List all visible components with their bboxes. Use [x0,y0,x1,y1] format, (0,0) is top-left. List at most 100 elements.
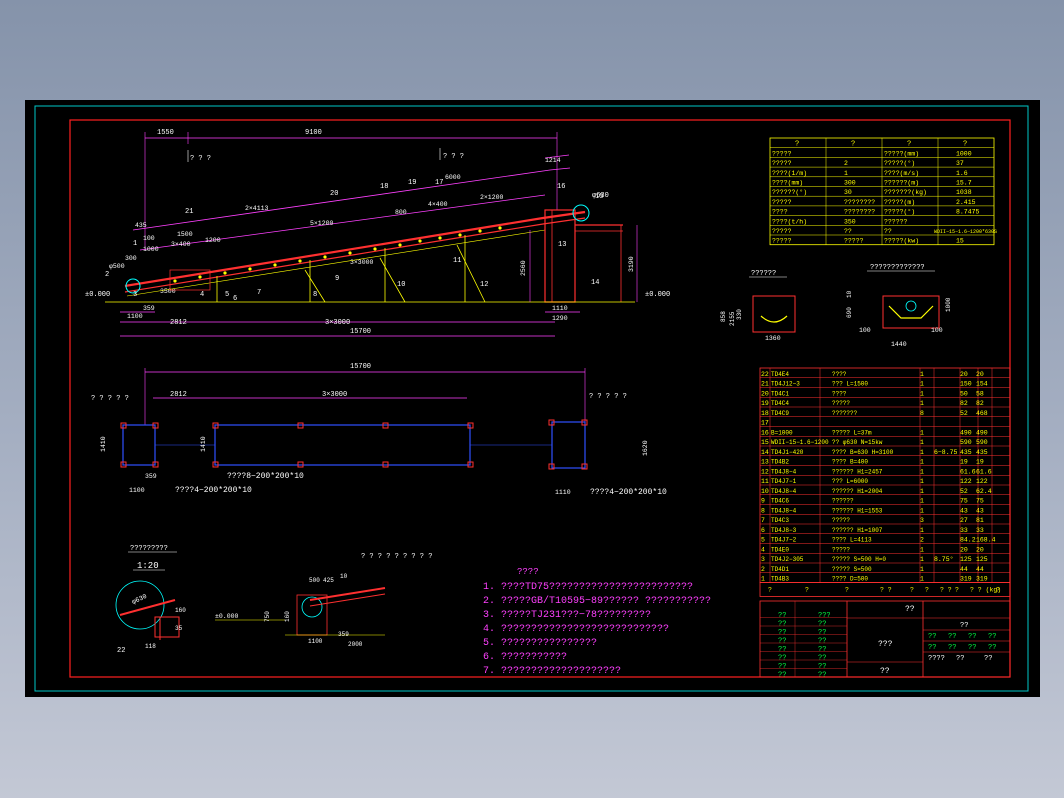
drawing-svg: 1550 9100 ? ? ? ? ? ? 1214 6000 2×1200 4… [34,105,1029,692]
plan-dim-1100: 1100 [129,487,145,494]
notes-title: ???? [517,567,539,577]
bom-cell: TD4J8−4 [771,468,797,475]
bom-cell: 20 [960,371,968,378]
detail2-view: ? ? ? ? ? ? ? ? ? ±0.000 500 425 10 750 … [215,553,432,648]
detail2-dim-500: 500 [309,577,320,584]
bom-cell: 1 [920,507,924,514]
foundation-right [551,421,586,469]
spec-cell: ????? [772,228,792,235]
level-right: ±0.000 [645,291,670,299]
spec-cell: 15.7 [956,180,972,187]
plan-dim-3x3000: 3×3000 [322,391,347,399]
dim-6000: 6000 [445,174,461,181]
note-line-4: 4. ???????????????????????????? [483,624,669,635]
bom-cell: TD4J1−420 [771,449,804,456]
bom-cell: 319 [960,576,972,583]
title-block-left-label: ?? [778,629,786,637]
cad-drawing-canvas: 1550 9100 ? ? ? ? ? ? 1214 6000 2×1200 4… [25,100,1040,697]
spec-cell: WDII−15−1.6−1200*630S [934,229,997,235]
section-b-dim-690: 690 [846,307,853,318]
bom-cell: 75 [976,498,984,505]
spec-cell: 300 [844,180,856,187]
title-block-left-label: ?? [778,663,786,671]
bom-cell: 150 [960,381,972,388]
detail-dim-22: 22 [117,647,125,655]
callout-14: 14 [591,279,599,287]
bom-cell: TD4C3 [771,517,789,524]
dim-3500: 3500 [160,288,176,295]
spec-cell: ?????? [884,218,908,225]
bom-cell: TD4J8−4 [771,488,797,495]
dim-4x400: 4×400 [428,201,448,208]
bom-header-cell: ? ? [940,587,952,594]
bom-cell: TD4C6 [771,498,789,505]
title-block-mid-label: ?? [818,629,826,637]
title-block-mid-label: ?? [818,655,826,663]
bom-cell: ?????? [832,498,854,505]
spec-cell: ?????(m) [884,199,915,206]
bom-cell: ??? L=6000 [832,478,868,485]
dim-3x3000: 3×3000 [325,319,350,327]
bom-header-cell: ? ? [880,587,892,594]
bom-cell: ???? B=630 H=3100 [832,449,894,456]
bom-cell: 44 [960,566,968,573]
dim-300: 300 [125,255,137,262]
dim-9100: 9100 [305,129,322,137]
bom-cell: 82 [960,400,968,407]
note-line-6: 6. ??????????? [483,652,567,663]
spec-cell: ?????(mm) [884,150,919,157]
note-line-1: 1. ????TD75???????????????????????? [483,582,693,593]
plan-dim-1410-b: 1410 [200,436,207,452]
callout-21: 21 [185,208,193,216]
bom-cell: ????? S=500 [832,566,872,573]
bom-cell: TD4B3 [771,576,789,583]
bom-cell: 490 [960,429,972,436]
spec-header-cell: ? [851,141,855,149]
bom-cell: TD4J7−1 [771,478,797,485]
bom-cell: 12 [761,468,769,475]
section-b-dim-100-a: 100 [859,327,871,334]
bom-cell: 17 [761,420,769,427]
bom-cell: 14 [761,449,769,456]
bom-cell: 58 [976,390,984,397]
plan-dim-1410-a: 1410 [100,436,107,452]
spec-cell: ???????(kg) [884,189,927,196]
spec-cell: ???????? [844,209,875,216]
dim-1000: 1000 [143,246,159,253]
title-block-mid-label: ?? [818,621,826,629]
detail2-dim-359: 359 [338,631,349,638]
bom-cell: ????? [832,400,850,407]
spec-header-cell: ? [963,141,967,149]
title-block-right-label: ?? [948,644,956,652]
dim-3x400: 3×400 [171,241,191,248]
section-a-frame [752,295,796,333]
bom-cell: 33 [976,527,984,534]
bom-cell: 1 [920,546,924,553]
title-block-right-label: ???? [928,655,945,663]
bom-cell: 468 [976,410,988,417]
plan-label-left: ? ? ? ? ? [91,395,129,403]
spec-cell: ????? [772,199,792,206]
note-line-7: 7. ???????????????????? [483,666,621,677]
bom-cell: 44 [976,566,984,573]
bom-cell: 19 [960,459,968,466]
bom-cell: 122 [976,478,988,485]
bom-cell: 8 [920,410,924,417]
bom-cell: TD4J7−2 [771,537,797,544]
dim-1500: 1500 [177,231,193,238]
spec-cell: ????(1/m) [772,170,807,177]
bom-cell: 20 [976,546,984,553]
bom-cell: 590 [976,439,988,446]
bom-cell: 1 [920,468,924,475]
bom-cell: 1 [920,488,924,495]
section-a-dim-2155: 2155 [729,311,736,326]
title-block-left: ????????????????????????????????? [760,601,847,680]
bom-cell: 122 [960,478,972,485]
dim-2812: 2812 [170,319,187,327]
foundation-middle [214,424,471,466]
spec-cell: ?????(°) [884,208,915,216]
detail2-dim-2000: 2000 [348,641,363,648]
bom-cell: 9 [761,498,765,505]
title-block-mid-label: ?? [818,638,826,646]
callout-5: 5 [225,291,229,299]
